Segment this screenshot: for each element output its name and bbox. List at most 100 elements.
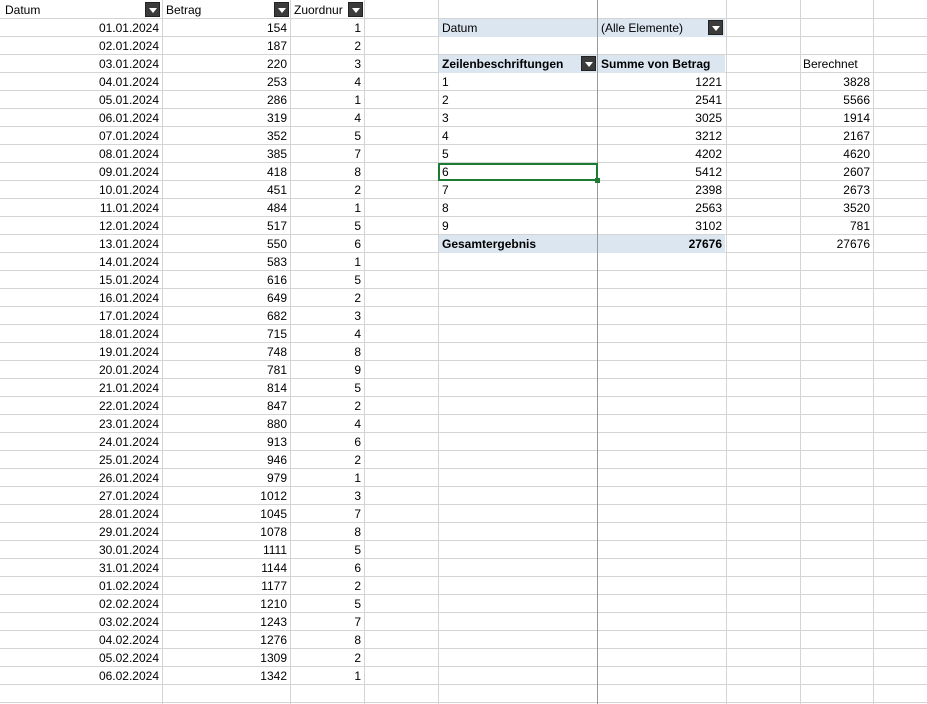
cell-datum[interactable]: 26.01.2024 bbox=[0, 469, 162, 487]
pivot-filter-label[interactable]: Datum bbox=[439, 19, 597, 37]
pivot-row-key[interactable]: 3 bbox=[439, 109, 597, 127]
cell-zuordnung[interactable]: 1 bbox=[291, 253, 364, 271]
cell-zuordnung[interactable]: 5 bbox=[291, 595, 364, 613]
pivot-row-key[interactable]: 4 bbox=[439, 127, 597, 145]
cell-zuordnung[interactable]: 3 bbox=[291, 307, 364, 325]
cell-datum[interactable]: 17.01.2024 bbox=[0, 307, 162, 325]
cell-datum[interactable]: 28.01.2024 bbox=[0, 505, 162, 523]
cell-betrag[interactable]: 1342 bbox=[163, 667, 290, 685]
cell-datum[interactable]: 01.01.2024 bbox=[0, 19, 162, 37]
filter-dropdown-icon[interactable] bbox=[274, 2, 289, 17]
calculated-total[interactable]: 27676 bbox=[800, 235, 873, 253]
pivot-value-header[interactable]: Summe von Betrag bbox=[598, 55, 725, 73]
cell-zuordnung[interactable]: 8 bbox=[291, 631, 364, 649]
cell-betrag[interactable]: 682 bbox=[163, 307, 290, 325]
cell-datum[interactable]: 13.01.2024 bbox=[0, 235, 162, 253]
cell-datum[interactable]: 06.02.2024 bbox=[0, 667, 162, 685]
cell-zuordnung[interactable]: 3 bbox=[291, 55, 364, 73]
calculated-header[interactable]: Berechnet bbox=[800, 55, 873, 73]
calculated-value[interactable]: 1914 bbox=[800, 109, 873, 127]
calculated-value[interactable]: 2607 bbox=[800, 163, 873, 181]
cell-zuordnung[interactable]: 5 bbox=[291, 127, 364, 145]
cell-betrag[interactable]: 220 bbox=[163, 55, 290, 73]
cell-zuordnung[interactable]: 3 bbox=[291, 487, 364, 505]
cell-betrag[interactable]: 286 bbox=[163, 91, 290, 109]
pivot-row-key[interactable]: 7 bbox=[439, 181, 597, 199]
cell-datum[interactable]: 16.01.2024 bbox=[0, 289, 162, 307]
cell-zuordnung[interactable]: 4 bbox=[291, 415, 364, 433]
cell-zuordnung[interactable]: 7 bbox=[291, 505, 364, 523]
cell-zuordnung[interactable]: 2 bbox=[291, 397, 364, 415]
cell-zuordnung[interactable]: 5 bbox=[291, 541, 364, 559]
calculated-value[interactable]: 781 bbox=[800, 217, 873, 235]
cell-zuordnung[interactable]: 2 bbox=[291, 649, 364, 667]
calculated-value[interactable]: 4620 bbox=[800, 145, 873, 163]
cell-betrag[interactable]: 253 bbox=[163, 73, 290, 91]
cell-betrag[interactable]: 583 bbox=[163, 253, 290, 271]
pivot-row-key[interactable]: 2 bbox=[439, 91, 597, 109]
cell-zuordnung[interactable]: 4 bbox=[291, 325, 364, 343]
pivot-row-sum[interactable]: 2563 bbox=[598, 199, 725, 217]
cell-zuordnung[interactable]: 2 bbox=[291, 289, 364, 307]
cell-betrag[interactable]: 814 bbox=[163, 379, 290, 397]
pivot-row-dropdown-icon[interactable] bbox=[581, 56, 596, 71]
pivot-row-sum[interactable]: 4202 bbox=[598, 145, 725, 163]
cell-zuordnung[interactable]: 5 bbox=[291, 271, 364, 289]
cell-zuordnung[interactable]: 9 bbox=[291, 361, 364, 379]
cell-datum[interactable]: 14.01.2024 bbox=[0, 253, 162, 271]
cell-betrag[interactable]: 418 bbox=[163, 163, 290, 181]
cell-zuordnung[interactable]: 6 bbox=[291, 559, 364, 577]
cell-betrag[interactable]: 1144 bbox=[163, 559, 290, 577]
filter-dropdown-icon[interactable] bbox=[348, 2, 363, 17]
calculated-value[interactable]: 2167 bbox=[800, 127, 873, 145]
pivot-filter-dropdown-icon[interactable] bbox=[708, 20, 723, 35]
cell-zuordnung[interactable]: 1 bbox=[291, 469, 364, 487]
cell-datum[interactable]: 02.01.2024 bbox=[0, 37, 162, 55]
calculated-value[interactable]: 5566 bbox=[800, 91, 873, 109]
cell-zuordnung[interactable]: 8 bbox=[291, 343, 364, 361]
cell-zuordnung[interactable]: 1 bbox=[291, 199, 364, 217]
cell-zuordnung[interactable]: 7 bbox=[291, 613, 364, 631]
pivot-row-sum[interactable]: 3102 bbox=[598, 217, 725, 235]
header-betrag[interactable]: Betrag bbox=[163, 1, 290, 19]
cell-datum[interactable]: 30.01.2024 bbox=[0, 541, 162, 559]
cell-zuordnung[interactable]: 2 bbox=[291, 37, 364, 55]
cell-betrag[interactable]: 451 bbox=[163, 181, 290, 199]
cell-datum[interactable]: 05.02.2024 bbox=[0, 649, 162, 667]
pivot-row-header[interactable]: Zeilenbeschriftungen bbox=[439, 55, 597, 73]
cell-betrag[interactable]: 187 bbox=[163, 37, 290, 55]
cell-betrag[interactable]: 1078 bbox=[163, 523, 290, 541]
cell-betrag[interactable]: 847 bbox=[163, 397, 290, 415]
cell-betrag[interactable]: 1243 bbox=[163, 613, 290, 631]
cell-betrag[interactable]: 1111 bbox=[163, 541, 290, 559]
cell-datum[interactable]: 22.01.2024 bbox=[0, 397, 162, 415]
cell-betrag[interactable]: 1045 bbox=[163, 505, 290, 523]
cell-datum[interactable]: 19.01.2024 bbox=[0, 343, 162, 361]
calculated-value[interactable]: 2673 bbox=[800, 181, 873, 199]
cell-datum[interactable]: 31.01.2024 bbox=[0, 559, 162, 577]
cell-datum[interactable]: 24.01.2024 bbox=[0, 433, 162, 451]
cell-betrag[interactable]: 1309 bbox=[163, 649, 290, 667]
cell-zuordnung[interactable]: 8 bbox=[291, 523, 364, 541]
pivot-row-sum[interactable]: 3212 bbox=[598, 127, 725, 145]
cell-betrag[interactable]: 1012 bbox=[163, 487, 290, 505]
cell-betrag[interactable]: 484 bbox=[163, 199, 290, 217]
cell-zuordnung[interactable]: 5 bbox=[291, 379, 364, 397]
cell-datum[interactable]: 06.01.2024 bbox=[0, 109, 162, 127]
cell-betrag[interactable]: 748 bbox=[163, 343, 290, 361]
pivot-total-sum[interactable]: 27676 bbox=[598, 235, 725, 253]
cell-betrag[interactable]: 1210 bbox=[163, 595, 290, 613]
pivot-row-sum[interactable]: 2398 bbox=[598, 181, 725, 199]
cell-betrag[interactable]: 946 bbox=[163, 451, 290, 469]
pivot-row-sum[interactable]: 5412 bbox=[598, 163, 725, 181]
cell-betrag[interactable]: 715 bbox=[163, 325, 290, 343]
cell-betrag[interactable]: 385 bbox=[163, 145, 290, 163]
cell-datum[interactable]: 23.01.2024 bbox=[0, 415, 162, 433]
cell-zuordnung[interactable]: 2 bbox=[291, 577, 364, 595]
cell-datum[interactable]: 11.01.2024 bbox=[0, 199, 162, 217]
cell-datum[interactable]: 09.01.2024 bbox=[0, 163, 162, 181]
cell-zuordnung[interactable]: 2 bbox=[291, 451, 364, 469]
cell-zuordnung[interactable]: 1 bbox=[291, 91, 364, 109]
cell-datum[interactable]: 21.01.2024 bbox=[0, 379, 162, 397]
cell-datum[interactable]: 02.02.2024 bbox=[0, 595, 162, 613]
